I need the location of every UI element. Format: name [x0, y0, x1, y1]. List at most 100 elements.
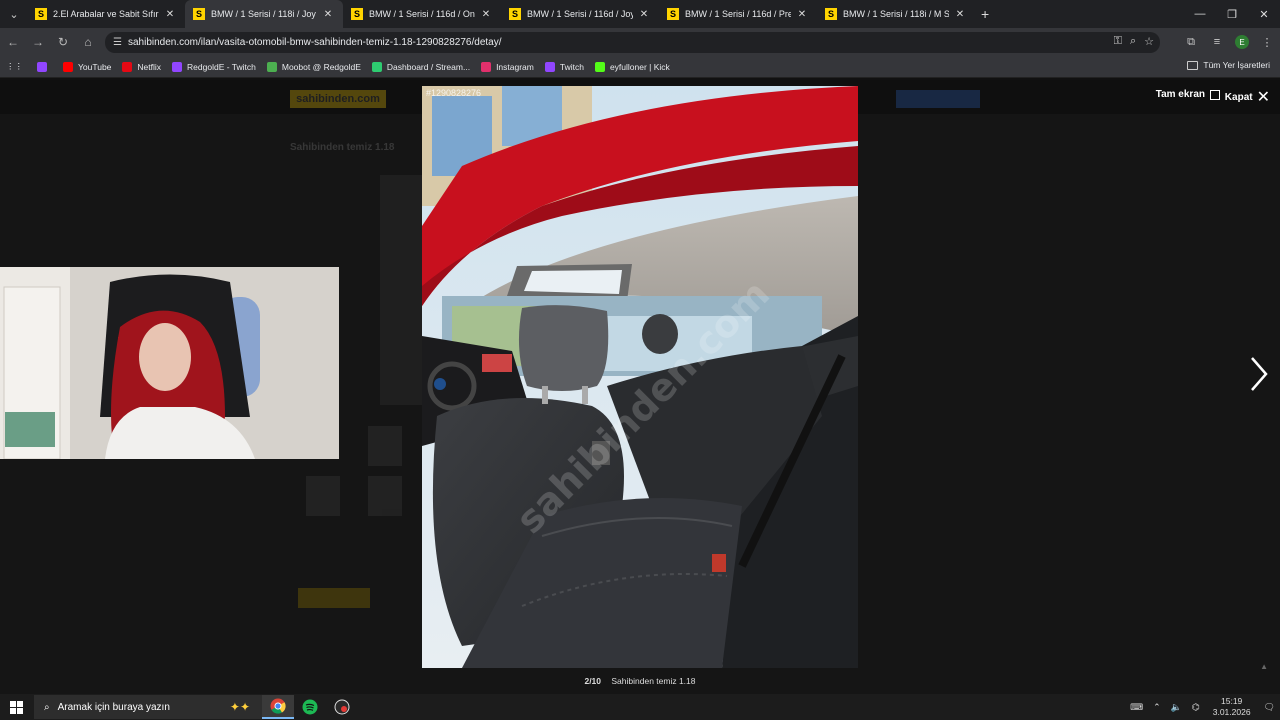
main-photo-bg[interactable] — [380, 175, 426, 405]
all-bookmarks-button[interactable]: Tüm Yer İşaretleri — [1187, 60, 1270, 70]
page-viewport: sahibinden.com Sahibinden temiz 1.18 Tam… — [0, 80, 1280, 694]
chrome-icon — [270, 698, 286, 714]
app-taskbar-icon[interactable] — [326, 695, 358, 719]
netflix-icon — [122, 61, 133, 72]
tab-close-icon[interactable]: ✕ — [795, 9, 809, 20]
bookmark-star-icon[interactable]: ☆ — [1144, 35, 1154, 48]
tab-close-icon[interactable]: ✕ — [479, 9, 493, 20]
instagram-icon — [481, 61, 492, 72]
streamelements-icon — [371, 61, 382, 72]
fullscreen-label: Tam ekran — [1155, 89, 1205, 100]
tab-search-icon[interactable]: ⌄ — [1, 1, 27, 27]
spotify-icon — [302, 699, 318, 715]
start-button[interactable] — [0, 700, 32, 714]
browser-tab[interactable]: S 2.El Arabalar ve Sabit Sıfır Km ✕ — [27, 0, 185, 28]
volume-icon[interactable]: 🔈 — [1171, 702, 1182, 713]
bookmark-item[interactable]: Twitch — [544, 61, 584, 72]
windows-logo-icon — [9, 700, 23, 714]
bookmark-item[interactable]: eyfulloner | Kick — [594, 61, 670, 72]
chrome-taskbar-icon[interactable] — [262, 695, 294, 719]
thumbnail[interactable] — [306, 476, 340, 516]
sahibinden-favicon-icon: S — [825, 8, 837, 20]
sahibinden-favicon-icon: S — [193, 8, 205, 20]
bookmark-label: YouTube — [78, 61, 112, 72]
forward-button[interactable]: → — [26, 30, 50, 54]
new-tab-button[interactable]: + — [981, 6, 989, 22]
bookmark-item[interactable]: RedgoldE - Twitch — [172, 61, 256, 72]
browser-tab[interactable]: S BMW / 1 Serisi / 118i / Joy Plus ✕ — [185, 0, 343, 28]
tray-chevron-icon[interactable]: ⌃ — [1153, 702, 1161, 713]
search-placeholder: Aramak için buraya yazın — [57, 701, 170, 713]
tab-label: BMW / 1 Serisi / 116d / Joy Plus — [527, 9, 633, 19]
browser-tab[interactable]: S BMW / 1 Serisi / 116d / One Ed ✕ — [343, 0, 501, 28]
tab-close-icon[interactable]: ✕ — [321, 9, 335, 20]
photo-caption: 2/10 Sahibinden temiz 1.18 — [0, 676, 1280, 686]
home-button[interactable]: ⌂ — [76, 30, 100, 54]
back-button[interactable]: ← — [1, 30, 25, 54]
copilot-sparkle-icon: ✦✦ — [229, 700, 250, 714]
fullscreen-button[interactable]: Tam ekran — [1156, 89, 1220, 100]
profile-avatar[interactable]: E — [1235, 35, 1249, 49]
omnibox[interactable]: ☰ sahibinden.com/ilan/vasita-otomobil-bm… — [105, 32, 1160, 53]
twitch-icon — [544, 61, 555, 72]
close-window-button[interactable]: ✕ — [1248, 0, 1280, 28]
listing-photo[interactable]: sahibinden.com #1290828276 — [422, 86, 858, 668]
tab-close-icon[interactable]: ✕ — [637, 9, 651, 20]
bookmark-item[interactable]: Netflix — [122, 61, 161, 72]
tab-close-icon[interactable]: ✕ — [163, 9, 177, 20]
spotify-taskbar-icon[interactable] — [294, 695, 326, 719]
sahibinden-favicon-icon: S — [35, 8, 47, 20]
tab-label: BMW / 1 Serisi / 116d / Premium — [685, 9, 791, 19]
thumbnail[interactable] — [368, 426, 402, 466]
bookmark-item[interactable] — [37, 61, 52, 72]
url-text[interactable]: sahibinden.com/ilan/vasita-otomobil-bmw-… — [128, 37, 502, 48]
scroll-top-icon[interactable]: ▲ — [1260, 662, 1268, 671]
tab-close-icon[interactable]: ✕ — [953, 9, 967, 20]
reload-button[interactable]: ↻ — [51, 30, 75, 54]
webcam-person-image — [0, 267, 339, 459]
site-logo[interactable]: sahibinden.com — [290, 90, 386, 108]
thumbnail[interactable] — [368, 476, 402, 516]
close-icon: ✕ — [1256, 89, 1270, 106]
bookmark-item[interactable]: Dashboard / Stream... — [371, 61, 471, 72]
sahibinden-favicon-icon: S — [509, 8, 521, 20]
keyboard-icon[interactable]: ⌨ — [1130, 702, 1143, 713]
browser-tab[interactable]: S BMW / 1 Serisi / 116d / Joy Plus ✕ — [501, 0, 659, 28]
bookmark-label: Dashboard / Stream... — [386, 61, 471, 72]
bookmark-label: Moobot @ RedgoldE — [281, 61, 361, 72]
twitch-icon — [37, 61, 47, 72]
details-tab[interactable] — [298, 588, 370, 608]
restore-button[interactable]: ❐ — [1216, 0, 1248, 28]
bookmark-item[interactable]: YouTube — [63, 61, 112, 72]
clock[interactable]: 15:19 3.01.2026 — [1213, 696, 1251, 718]
minimize-button[interactable]: — — [1184, 0, 1216, 28]
next-photo-arrow-icon[interactable] — [1249, 356, 1269, 392]
listing-title: Sahibinden temiz 1.18 — [290, 142, 395, 153]
system-tray: ⌨ ⌃ 🔈 ⌬ 15:19 3.01.2026 🗨 — [1125, 694, 1280, 720]
close-lightbox-button[interactable]: Kapat ✕ — [1225, 87, 1270, 107]
apps-icon[interactable]: ⋮⋮ — [6, 61, 23, 72]
menu-kebab-icon[interactable]: ⋮ — [1254, 36, 1280, 49]
clock-time: 15:19 — [1221, 696, 1243, 706]
bookmark-label: Instagram — [496, 61, 534, 72]
password-key-icon[interactable]: ⚿ — [1114, 35, 1122, 48]
bookmark-item[interactable]: Moobot @ RedgoldE — [266, 61, 361, 72]
taskbar-search[interactable]: ⌕ Aramak için buraya yazın ✦✦ — [34, 695, 262, 719]
moobot-icon — [266, 61, 277, 72]
media-icon[interactable]: ≡ — [1204, 36, 1230, 48]
bookmark-label: eyfulloner | Kick — [609, 61, 670, 72]
browser-tab[interactable]: S BMW / 1 Serisi / 116d / Premium ✕ — [659, 0, 817, 28]
extensions-icon[interactable]: ⧉ — [1178, 36, 1204, 49]
tab-label: BMW / 1 Serisi / 116d / One Ed — [369, 9, 475, 19]
bookmark-item[interactable]: Instagram — [481, 61, 534, 72]
post-listing-button[interactable] — [896, 90, 980, 108]
bookmark-label: Twitch — [559, 61, 584, 72]
zoom-icon[interactable]: ⌕ — [1130, 35, 1136, 48]
notifications-icon[interactable]: 🗨 — [1264, 702, 1275, 713]
caption-text: Sahibinden temiz 1.18 — [611, 676, 696, 686]
network-icon[interactable]: ⌬ — [1192, 702, 1200, 713]
all-bookmarks-label: Tüm Yer İşaretleri — [1203, 60, 1270, 70]
browser-tab[interactable]: S BMW / 1 Serisi / 118i / M Sport ✕ — [817, 0, 975, 28]
site-info-icon[interactable]: ☰ — [113, 37, 122, 48]
photo-counter: 2/10 — [584, 676, 602, 686]
